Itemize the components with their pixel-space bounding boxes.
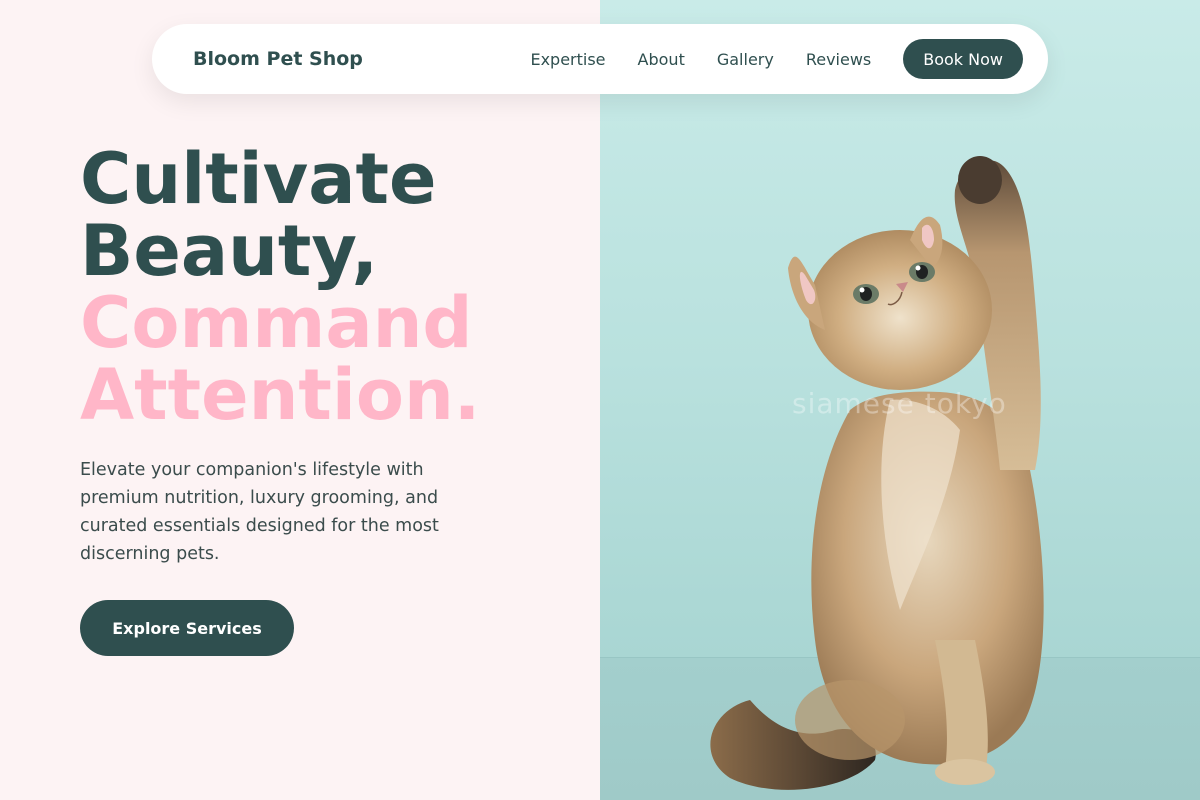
hero-image-panel: siamese tokyo — [600, 0, 1200, 800]
nav-link-reviews[interactable]: Reviews — [806, 50, 871, 69]
nav-link-about[interactable]: About — [638, 50, 685, 69]
brand-logo-text[interactable]: Bloom Pet Shop — [193, 48, 530, 70]
headline-line-4: Attention. — [80, 354, 481, 436]
book-now-button[interactable]: Book Now — [903, 39, 1023, 79]
headline-line-3: Command — [80, 282, 473, 364]
hero-headline: Cultivate Beauty, Command Attention. — [80, 143, 480, 431]
top-navigation: Bloom Pet Shop Expertise About Gallery R… — [152, 24, 1048, 94]
nav-links: Expertise About Gallery Reviews Book Now — [530, 39, 1023, 79]
explore-services-button[interactable]: Explore Services — [80, 600, 294, 656]
nav-link-gallery[interactable]: Gallery — [717, 50, 774, 69]
image-watermark: siamese tokyo — [792, 387, 1007, 420]
nav-link-expertise[interactable]: Expertise — [530, 50, 605, 69]
headline-line-2: Beauty, — [80, 210, 379, 292]
headline-line-1: Cultivate — [80, 138, 437, 220]
hero-subtitle: Elevate your companion's lifestyle with … — [80, 460, 439, 564]
